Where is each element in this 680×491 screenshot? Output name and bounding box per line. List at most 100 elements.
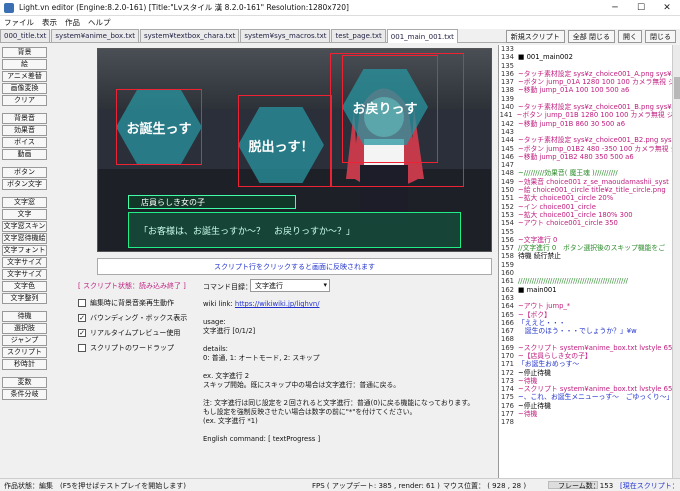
menu-help[interactable]: ヘルプ — [84, 17, 115, 28]
cmd-text-size[interactable]: 文字サイズ — [2, 257, 47, 268]
command-sidebar: 背景 絵 アニメ差替 画像変換 クリア 背景音 効果音 ボイス 動画 ボタン ボ… — [2, 47, 49, 401]
cmd-clock[interactable]: 秒時計 — [2, 359, 47, 370]
line-text: ~【ポク】 — [518, 310, 551, 319]
tab-textbox-chara[interactable]: system¥textbox_chara.txt — [139, 29, 240, 42]
code-line[interactable]: 165 ~【ポク】 — [499, 311, 680, 319]
code-line[interactable]: 159 — [499, 261, 680, 269]
cmd-movie[interactable]: 動画 — [2, 149, 47, 160]
close-all-button[interactable]: 全部 閉じる — [567, 30, 615, 43]
code-line[interactable]: 158 待機 続行禁止 — [499, 252, 680, 260]
code-line[interactable]: 162 ■ main001 — [499, 286, 680, 294]
cmd-button[interactable]: ボタン — [2, 167, 47, 178]
checkbox[interactable] — [78, 344, 86, 352]
code-line[interactable]: 175 ~、これ、お誕生メニューっす～ ごゆっくり～」 — [499, 393, 680, 401]
code-line[interactable]: 161 /////////////////////////////////////… — [499, 277, 680, 285]
maximize-icon[interactable]: ☐ — [628, 0, 654, 16]
code-line[interactable]: 155 — [499, 228, 680, 236]
code-line[interactable]: 163 — [499, 294, 680, 302]
open-button[interactable]: 開く — [618, 30, 642, 43]
minimize-icon[interactable]: ─ — [602, 0, 628, 16]
script-editor[interactable]: 133 134 ■ 001_main002 135 136 ~タッチ素材設定 sys¥z_… — [498, 45, 680, 478]
code-line[interactable]: 139 — [499, 95, 680, 103]
cmd-text[interactable]: 文字 — [2, 209, 47, 220]
close-button[interactable]: 閉じる — [645, 30, 676, 43]
cmd-text-font[interactable]: 文字フォント — [2, 245, 47, 256]
editor-scrollbar[interactable] — [672, 45, 680, 478]
option-bgm-on-edit[interactable]: 編集時に背景音楽再生動作 — [78, 298, 174, 308]
code-line[interactable]: 142 ~移動 jump_01B 860 30 500 a6 — [499, 120, 680, 128]
cmd-variable[interactable]: 変数 — [2, 377, 47, 388]
cmd-picture[interactable]: 絵 — [2, 59, 47, 70]
code-line[interactable]: 133 — [499, 45, 680, 53]
code-line[interactable]: 134 ■ 001_main002 — [499, 53, 680, 61]
cmd-image-convert[interactable]: 画像変換 — [2, 83, 47, 94]
code-line[interactable]: 171 「お誕生おめっす～ — [499, 360, 680, 368]
cmd-bgm[interactable]: 背景音 — [2, 113, 47, 124]
line-text — [516, 294, 518, 302]
cmd-background[interactable]: 背景 — [2, 47, 47, 58]
code-line[interactable]: 154 ~アウト choice001_circle 350 — [499, 219, 680, 227]
cmd-se[interactable]: 効果音 — [2, 125, 47, 136]
scroll-thumb[interactable] — [674, 77, 680, 99]
cmd-choice[interactable]: 選択肢 — [2, 323, 47, 334]
tab-test-page[interactable]: test_page.txt — [331, 29, 386, 42]
cmd-text-align[interactable]: 文字整列 — [2, 293, 47, 304]
option-realtime-preview[interactable]: ✓ リアルタイムプレビュー使用 — [78, 328, 180, 338]
code-line[interactable]: 146 ~移動 jump_01B2 480 350 500 a6 — [499, 153, 680, 161]
tab-title[interactable]: 000_title.txt — [0, 29, 51, 42]
cmd-button-text[interactable]: ボタン文字 — [2, 179, 47, 190]
checkbox-checked[interactable]: ✓ — [78, 329, 86, 337]
code-line[interactable]: 145 ~ボタン jump_01B2 480 -350 100 カメラ無視 ジ — [499, 145, 680, 153]
code-line[interactable]: 148 ~/////////効果音( 魔王魂 )////////// — [499, 169, 680, 177]
code-line[interactable]: 173 ~待機 — [499, 377, 680, 385]
code-line[interactable]: 149 ~効果音 choice001 z_se_maoudamashii_syst — [499, 178, 680, 186]
game-preview[interactable]: お誕生っす 脱出っす！ お戻りっす 店員らしき女の子 「お客様は、お誕生っすか〜… — [97, 48, 492, 252]
code-line[interactable]: 167 誕生のほう・・・でしょうか？」¥w — [499, 327, 680, 335]
menu-file[interactable]: ファイル — [0, 17, 38, 28]
checkbox[interactable] — [78, 299, 86, 307]
cmd-text-window[interactable]: 文字窓 — [2, 197, 47, 208]
code-line[interactable]: 141 ~ボタン jump_01B 1280 100 100 カメラ無視 ジャ — [499, 111, 680, 119]
code-line[interactable]: 156 ~文字進行 0 — [499, 236, 680, 244]
code-line[interactable]: 172 ~停止待機 — [499, 369, 680, 377]
checkbox-checked[interactable]: ✓ — [78, 314, 86, 322]
cmd-text-window-wait[interactable]: 文字窓待機絵 — [2, 233, 47, 244]
close-icon[interactable]: ✕ — [654, 0, 680, 16]
code-line[interactable]: 151 ~拡大 choice001_circle 20% — [499, 194, 680, 202]
option-bounding-box[interactable]: ✓ バウンディング・ボックス表示 — [78, 313, 187, 323]
code-line[interactable]: 164 ~アウト jump_* — [499, 302, 680, 310]
cmd-voice[interactable]: ボイス — [2, 137, 47, 148]
tab-main-001[interactable]: 001_main_001.txt — [386, 29, 458, 43]
code-line[interactable]: 138 ~移動 jump_01A 100 100 500 a6 — [499, 86, 680, 94]
menu-view[interactable]: 表示 — [38, 17, 61, 28]
line-text — [516, 45, 518, 53]
wiki-link[interactable]: https://wikiwiki.jp/lighvn/ — [235, 300, 320, 308]
cmd-condition[interactable]: 条件分岐 — [2, 389, 47, 400]
code-line[interactable]: 153 ~拡大 choice001_circle 180% 300 — [499, 211, 680, 219]
cmd-jump[interactable]: ジャンプ — [2, 335, 47, 346]
code-line[interactable]: 168 — [499, 335, 680, 343]
menu-work[interactable]: 作品 — [61, 17, 84, 28]
code-line[interactable]: 144 ~タッチ素材設定 sys¥z_choice001_B2.png sys — [499, 136, 680, 144]
option-word-wrap[interactable]: スクリプトのワードラップ — [78, 343, 174, 353]
code-line[interactable]: 178 — [499, 418, 680, 426]
code-line[interactable]: 169 ~スクリプト system¥anime_box.txt lvstyle 6… — [499, 344, 680, 352]
tab-sys-macros[interactable]: system¥sys_macros.txt — [240, 29, 331, 42]
code-line[interactable]: 135 — [499, 62, 680, 70]
new-script-button[interactable]: 新規スクリプト — [505, 30, 565, 43]
cmd-script[interactable]: スクリプト — [2, 347, 47, 358]
cmd-clear[interactable]: クリア — [2, 95, 47, 106]
cmd-text-size-2[interactable]: 文字サイズ — [2, 269, 47, 280]
code-line[interactable]: 136 ~タッチ素材設定 sys¥z_choice001_A.png sys¥z — [499, 70, 680, 78]
code-line[interactable]: 160 — [499, 269, 680, 277]
tab-anime-box[interactable]: system¥anime_box.txt — [51, 29, 139, 42]
cmd-wait[interactable]: 待機 — [2, 311, 47, 322]
code-line[interactable]: 177 ~待機 — [499, 410, 680, 418]
code-line[interactable]: 166 「ええと・・・ — [499, 319, 680, 327]
cmd-text-color[interactable]: 文字色 — [2, 281, 47, 292]
code-line[interactable]: 152 ~イン choice001_circle — [499, 203, 680, 211]
code-line[interactable]: 176 ~停止待機 — [499, 402, 680, 410]
cmd-text-window-skin[interactable]: 文字窓スキン — [2, 221, 47, 232]
cmd-anime-replace[interactable]: アニメ差替 — [2, 71, 47, 82]
command-select[interactable]: 文字進行 ▾ — [250, 279, 330, 292]
